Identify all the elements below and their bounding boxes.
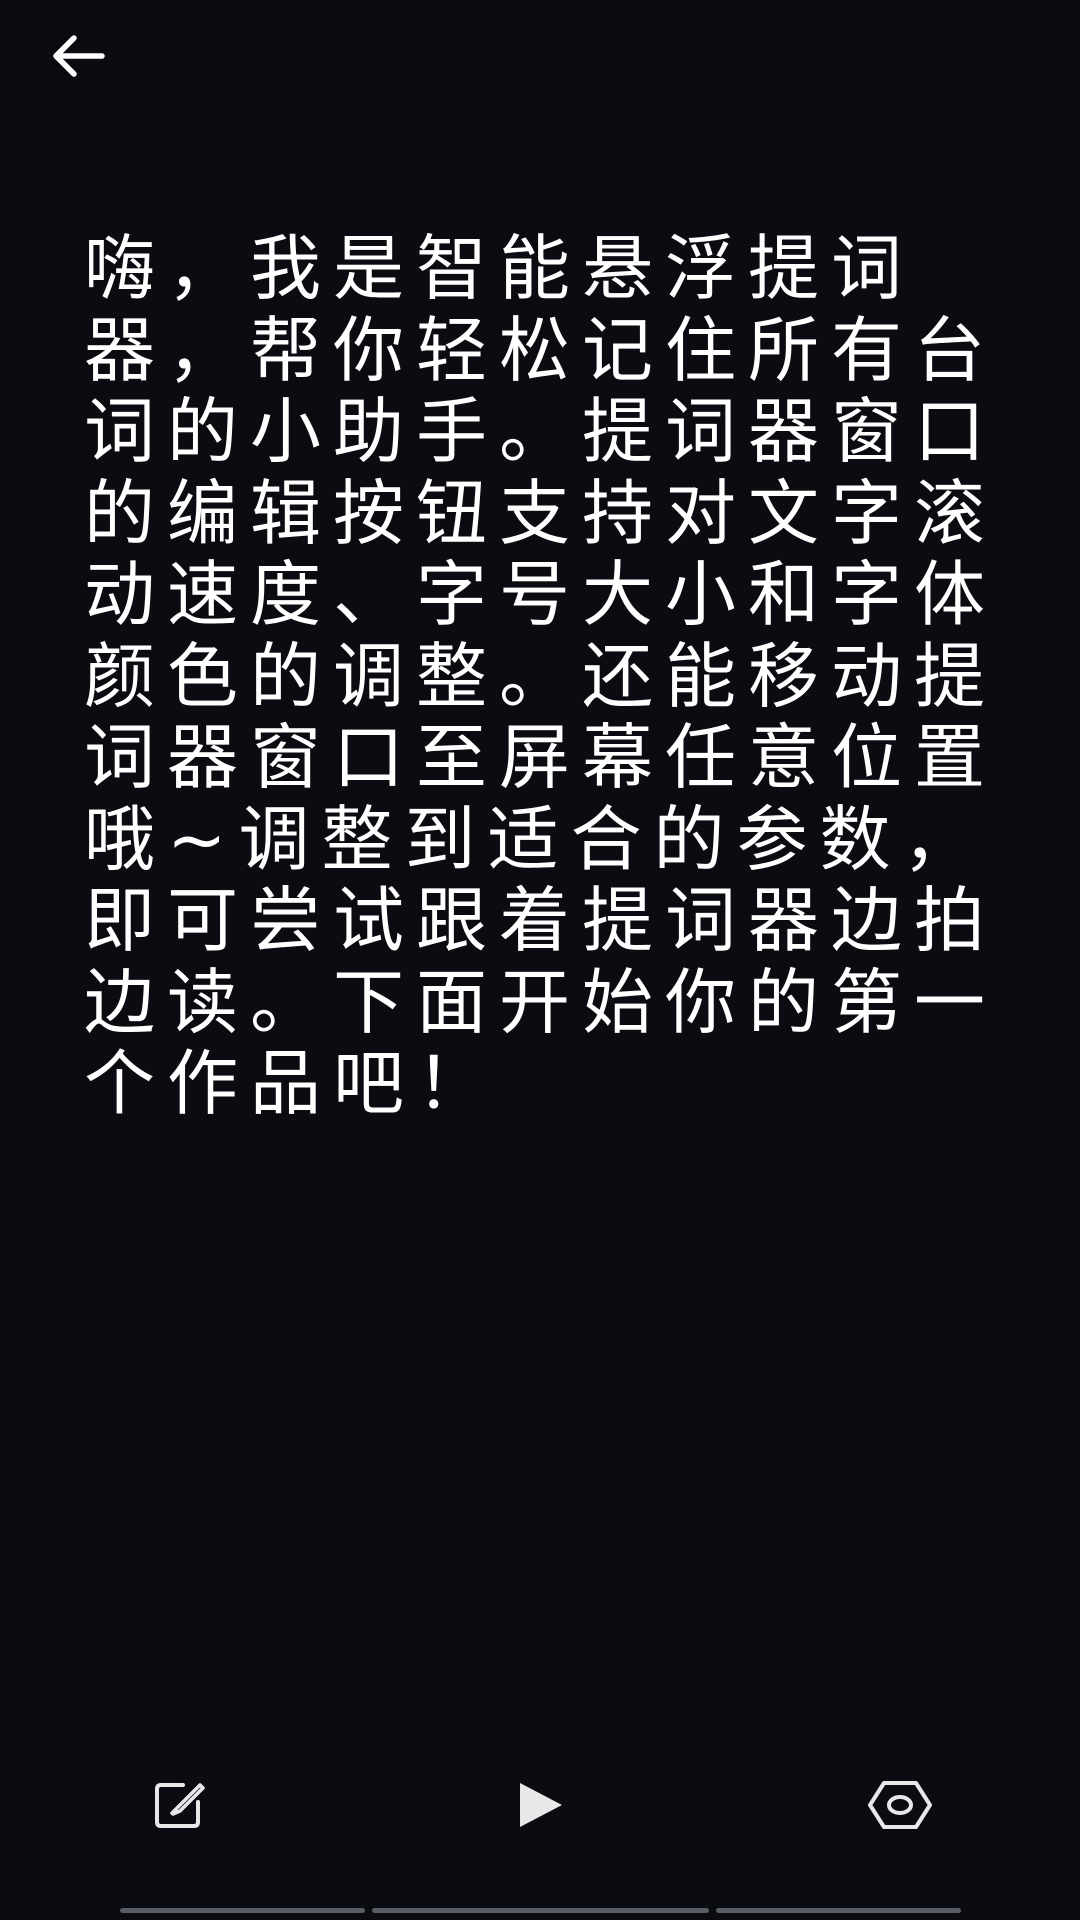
- edit-button[interactable]: [130, 1755, 230, 1855]
- nav-segment: [372, 1908, 709, 1913]
- nav-segment: [120, 1908, 365, 1913]
- play-icon: [520, 1783, 562, 1827]
- eye-icon: [868, 1781, 932, 1829]
- preview-button[interactable]: [850, 1755, 950, 1855]
- edit-icon: [155, 1783, 205, 1828]
- script-text: 嗨，我是智能悬浮提词器，帮你轻松记住所有台词的小助手。提词器窗口的编辑按钮支持对…: [84, 228, 998, 1125]
- nav-segment: [716, 1908, 961, 1913]
- top-bar: [0, 0, 1080, 110]
- arrow-left-icon: [53, 35, 105, 77]
- play-button[interactable]: [490, 1755, 590, 1855]
- bottom-toolbar: [0, 1755, 1080, 1855]
- script-area: 嗨，我是智能悬浮提词器，帮你轻松记住所有台词的小助手。提词器窗口的编辑按钮支持对…: [84, 228, 1014, 1728]
- navigation-bar: [0, 1908, 1080, 1914]
- back-button[interactable]: [40, 18, 116, 94]
